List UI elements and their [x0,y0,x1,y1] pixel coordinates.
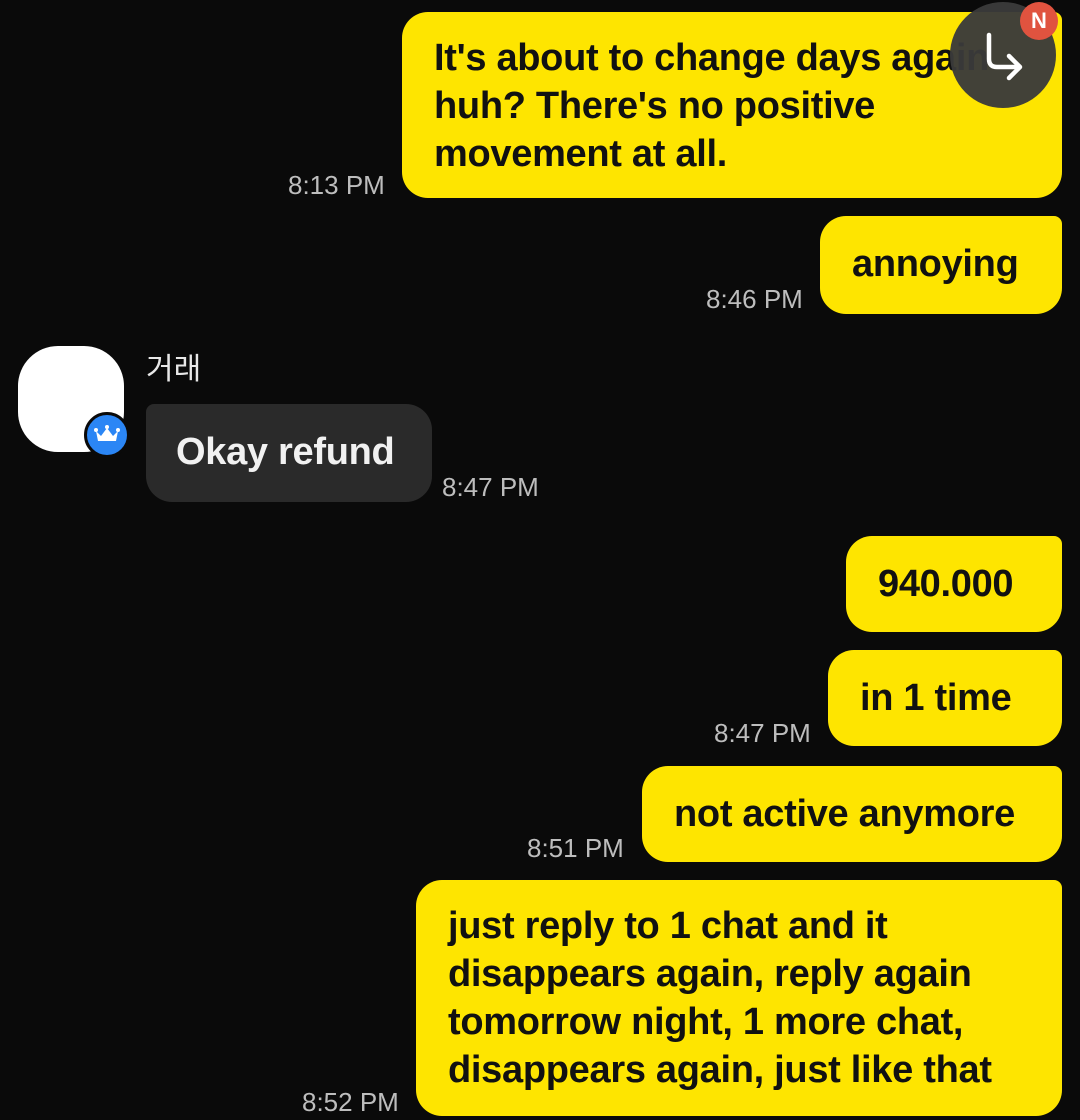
message-text: 940.000 [878,563,1014,605]
message-bubble[interactable]: annoying [820,216,1062,314]
message-timestamp: 8:52 PM [302,1087,399,1117]
message-bubble[interactable]: just reply to 1 chat and it disappears a… [416,880,1062,1116]
message-timestamp: 8:46 PM [706,284,803,314]
message-text: not active anymore [674,793,1015,835]
reply-arrow-icon [986,32,1023,81]
message-bubble[interactable]: in 1 time [828,650,1062,746]
sender-name: 거래 [146,352,202,387]
message-bubble[interactable]: 940.000 [846,536,1062,632]
message-text: It's about to change days again huh? The… [434,37,990,175]
message-timestamp: 8:51 PM [527,833,624,863]
crown-icon [84,412,130,458]
message-bubble[interactable]: Okay refund [146,404,432,502]
message-text: in 1 time [860,677,1012,719]
message-timestamp: 8:47 PM [442,472,539,502]
message-text: just reply to 1 chat and it disappears a… [448,905,992,1091]
message-text: annoying [852,243,1019,285]
message-text: Okay refund [176,431,395,473]
message-bubble[interactable]: not active anymore [642,766,1062,862]
notification-badge: N [1020,2,1058,40]
message-timestamp: 8:13 PM [288,170,385,200]
message-timestamp: 8:47 PM [714,718,811,748]
